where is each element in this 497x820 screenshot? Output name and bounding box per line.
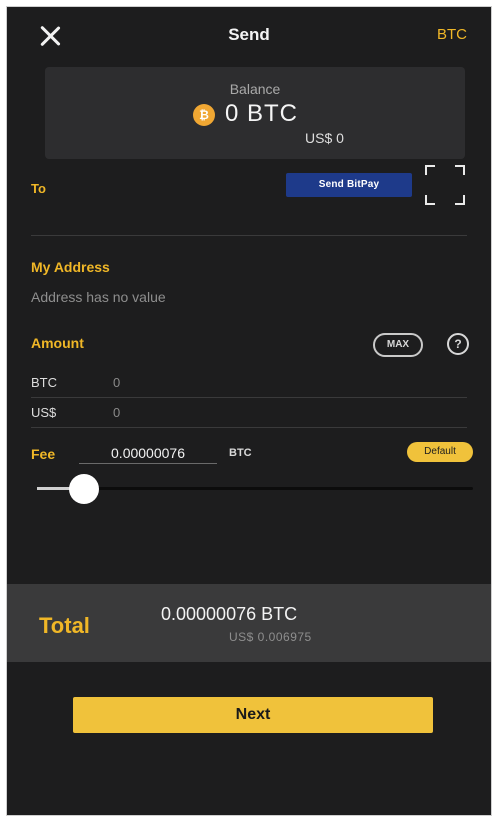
divider xyxy=(31,235,467,236)
to-label: To xyxy=(31,181,46,196)
qr-scan-icon[interactable] xyxy=(425,165,465,205)
btc-amount-label: BTC xyxy=(31,375,57,390)
default-fee-button[interactable]: Default xyxy=(407,442,473,462)
fee-slider-track[interactable] xyxy=(37,487,473,490)
fee-input[interactable]: 0.00000076 xyxy=(79,443,217,464)
total-label: Total xyxy=(39,613,90,638)
divider xyxy=(31,427,467,428)
balance-label: Balance xyxy=(229,81,281,97)
my-address-label: My Address xyxy=(31,259,110,275)
fee-label: Fee xyxy=(31,446,56,462)
bitcoin-icon: ₿ xyxy=(193,104,215,126)
balance-amount: 0 BTC xyxy=(225,100,299,127)
amount-label: Amount xyxy=(31,335,84,351)
balance-fiat: US$ 0 xyxy=(305,130,344,146)
next-button[interactable]: Next xyxy=(73,697,433,733)
page-title: Send xyxy=(228,25,270,44)
address-value: Address has no value xyxy=(31,289,166,305)
fiat-amount-label: US$ xyxy=(31,405,57,420)
send-screen: Send BTC Balance ₿ 0 BTC US$ 0 To Send B… xyxy=(6,6,492,816)
fiat-amount-input[interactable]: 0 xyxy=(113,405,120,420)
fee-unit: BTC xyxy=(229,447,252,459)
help-icon[interactable]: ? xyxy=(447,333,469,355)
btc-amount-input[interactable]: 0 xyxy=(113,375,120,390)
max-button[interactable]: MAX xyxy=(373,333,423,357)
top-bar: Send BTC xyxy=(7,7,491,61)
divider xyxy=(31,397,467,398)
fee-slider-thumb[interactable] xyxy=(69,474,99,504)
total-bar: Total 0.00000076 BTC US$ 0.006975 xyxy=(7,584,491,662)
total-btc: 0.00000076 BTC xyxy=(161,604,298,624)
total-fiat: US$ 0.006975 xyxy=(229,630,312,644)
balance-card: Balance ₿ 0 BTC US$ 0 xyxy=(45,67,465,159)
currency-selector[interactable]: BTC xyxy=(437,26,467,43)
bitpay-button[interactable]: Send BitPay xyxy=(286,173,412,197)
